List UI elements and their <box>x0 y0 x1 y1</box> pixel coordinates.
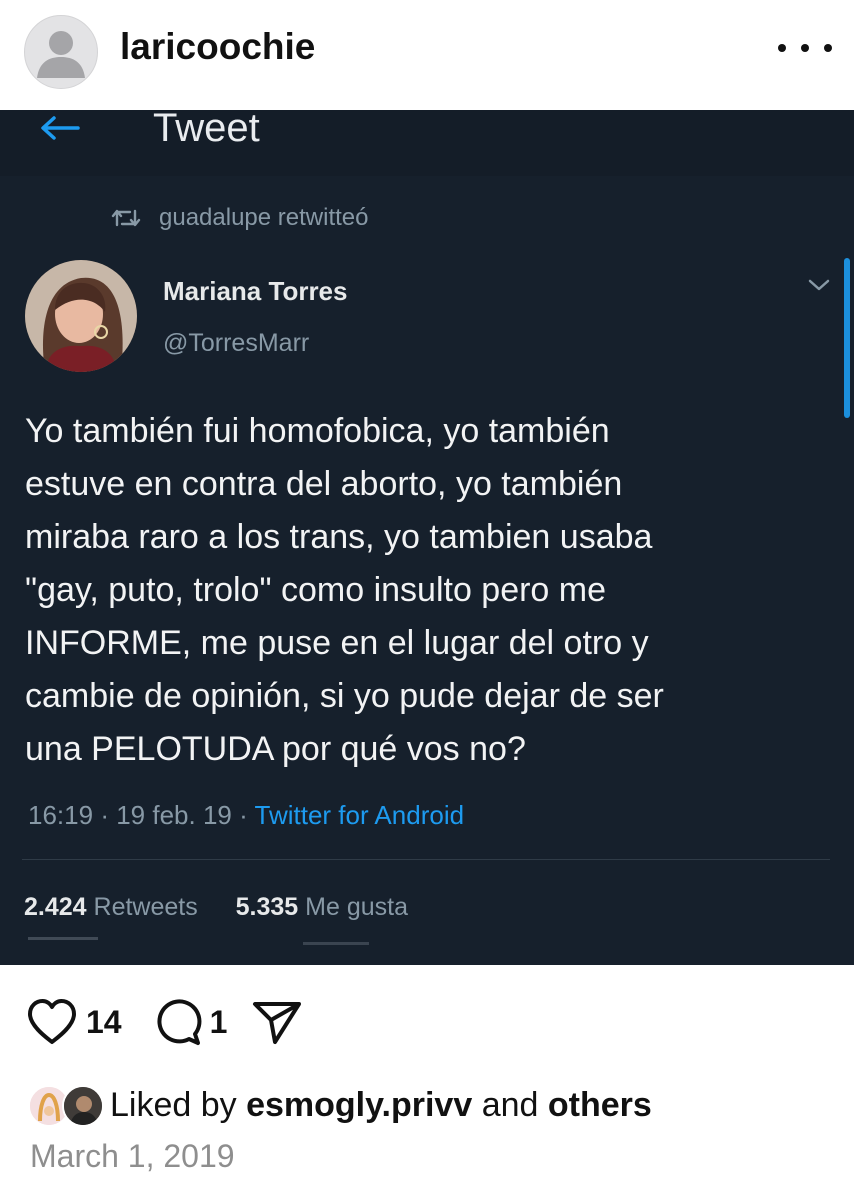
retweets-label: Retweets <box>93 893 198 921</box>
post-header: laricoochie <box>0 0 854 110</box>
tweet-date: 19 feb. 19 <box>116 800 232 830</box>
cropped-line <box>28 937 98 940</box>
more-horizontal-icon[interactable] <box>778 36 832 60</box>
back-arrow-icon <box>41 116 80 140</box>
author-name: Mariana Torres <box>163 276 348 306</box>
liked-by-row[interactable]: Liked by esmogly.privv and others <box>28 1082 652 1128</box>
liker-avatars <box>28 1083 110 1127</box>
tweet-source: Twitter for Android <box>254 800 465 830</box>
profile-avatar[interactable] <box>24 15 98 89</box>
liker-photo <box>64 1087 102 1125</box>
tweet-text: Yo también fui homofobica, yo también es… <box>25 412 664 768</box>
send-icon <box>253 1002 302 1044</box>
likes-count: 14 <box>86 1003 122 1040</box>
author-photo <box>25 260 137 372</box>
retweets-count: 2.424 <box>24 893 87 921</box>
author-avatar <box>25 260 137 372</box>
tweet-time: 16:19 <box>28 800 94 830</box>
retweeted-by-text: guadalupe retwitteó <box>159 204 369 231</box>
cropped-line <box>303 942 369 945</box>
post-actions: 14 1 <box>26 996 303 1048</box>
comment-button[interactable]: 1 <box>154 998 228 1046</box>
tweet-screenshot-image[interactable]: Tweet guadalupe retwitteó Mariana Torres… <box>0 110 854 965</box>
liked-by-text: Liked by esmogly.privv and others <box>110 1086 652 1125</box>
liked-by-user[interactable]: esmogly.privv <box>246 1086 472 1124</box>
liked-by-conjunction: and <box>481 1085 539 1124</box>
tweet-meta: 16:19 · 19 feb. 19 · Twitter for Android <box>28 800 464 831</box>
likes-count: 5.335 <box>235 893 299 921</box>
author-handle: @TorresMarr <box>163 329 310 357</box>
liker-avatar <box>62 1085 104 1127</box>
comments-count: 1 <box>209 1003 228 1040</box>
post-username[interactable]: laricoochie <box>120 26 315 68</box>
tweet-divider <box>22 859 830 860</box>
chevron-down-icon <box>808 279 830 291</box>
tweet-stats: 2.424 Retweets 5.335 Me gusta <box>24 893 408 922</box>
meta-separator: · <box>100 800 117 830</box>
likes-label: Me gusta <box>305 893 408 921</box>
post-date: March 1, 2019 <box>30 1138 235 1174</box>
retweet-context: guadalupe retwitteó <box>111 203 368 233</box>
share-button[interactable] <box>251 998 303 1046</box>
meta-separator: · <box>239 800 255 830</box>
scrollbar-indicator <box>844 258 850 418</box>
default-profile-icon <box>37 31 85 78</box>
liked-by-others[interactable]: others <box>548 1086 652 1124</box>
tweet-top-bar: Tweet <box>0 110 854 176</box>
like-button[interactable]: 14 <box>26 998 122 1046</box>
tweet-header-title: Tweet <box>153 110 260 150</box>
heart-icon <box>28 999 76 1044</box>
retweet-icon <box>111 209 141 227</box>
liked-by-prefix: Liked by <box>110 1085 237 1124</box>
comment-icon <box>157 999 202 1045</box>
